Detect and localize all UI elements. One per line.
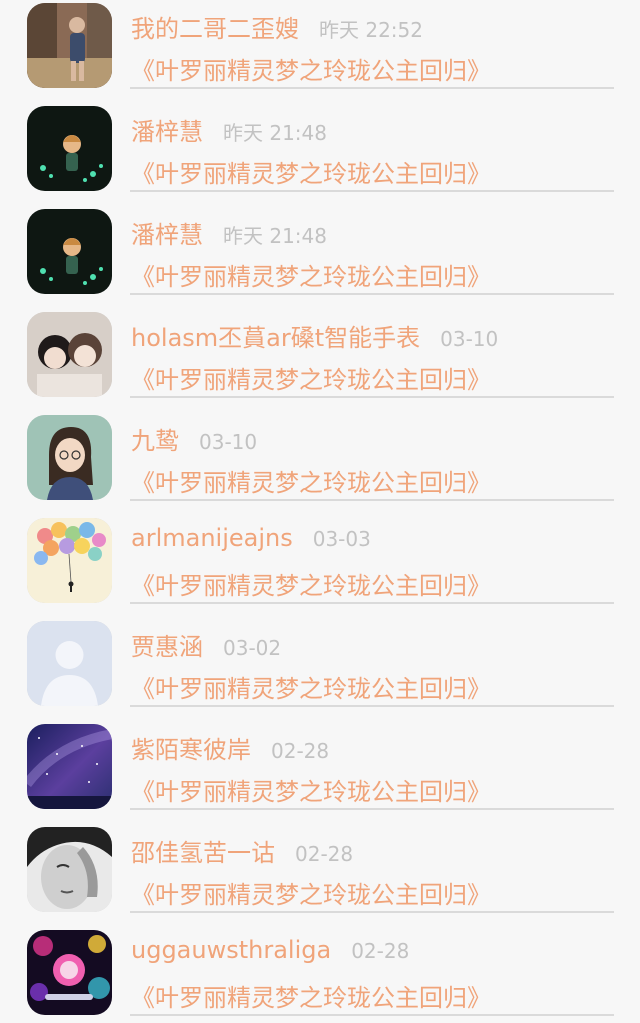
user-avatar[interactable] (27, 518, 112, 603)
comment-time: 昨天 21:48 (223, 224, 327, 248)
work-title-link[interactable]: 《叶罗丽精灵梦之玲珑公主回归》 (131, 669, 491, 704)
user-avatar[interactable] (27, 3, 112, 88)
user-name[interactable]: 九鸷 (131, 421, 179, 456)
list-item[interactable]: 潘梓慧 昨天 21:48 《叶罗丽精灵梦之玲珑公主回归》 (0, 96, 640, 199)
list-item[interactable]: 九鸷 03-10 《叶罗丽精灵梦之玲珑公主回归》 (0, 405, 640, 508)
user-name[interactable]: holasm丕蒷ar磉t智能手表 (131, 318, 420, 353)
list-item[interactable]: uggauwsthraliga 02-28 《叶罗丽精灵梦之玲珑公主回归》 (0, 920, 640, 1023)
user-avatar[interactable] (27, 209, 112, 294)
work-title-link[interactable]: 《叶罗丽精灵梦之玲珑公主回归》 (131, 978, 491, 1013)
user-name[interactable]: 潘梓慧 (131, 112, 203, 147)
user-avatar[interactable] (27, 621, 112, 706)
row-divider (130, 87, 614, 89)
user-name[interactable]: uggauwsthraliga (131, 936, 331, 964)
row-divider (130, 190, 614, 192)
comment-time: 02-28 (295, 842, 354, 866)
work-title-link[interactable]: 《叶罗丽精灵梦之玲珑公主回归》 (131, 875, 491, 910)
work-title-link[interactable]: 《叶罗丽精灵梦之玲珑公主回归》 (131, 566, 491, 601)
user-name[interactable]: 紫陌寒彼岸 (131, 730, 251, 765)
row-divider (130, 293, 614, 295)
list-item[interactable]: 贾惠涵 03-02 《叶罗丽精灵梦之玲珑公主回归》 (0, 611, 640, 714)
list-item[interactable]: 潘梓慧 昨天 21:48 《叶罗丽精灵梦之玲珑公主回归》 (0, 199, 640, 302)
user-avatar[interactable] (27, 415, 112, 500)
user-name[interactable]: arlmanijeajns (131, 524, 293, 552)
work-title-link[interactable]: 《叶罗丽精灵梦之玲珑公主回归》 (131, 463, 491, 498)
list-item[interactable]: holasm丕蒷ar磉t智能手表 03-10 《叶罗丽精灵梦之玲珑公主回归》 (0, 302, 640, 405)
work-title-link[interactable]: 《叶罗丽精灵梦之玲珑公主回归》 (131, 51, 491, 86)
user-avatar[interactable] (27, 312, 112, 397)
user-avatar[interactable] (27, 106, 112, 191)
user-name[interactable]: 潘梓慧 (131, 215, 203, 250)
list-item[interactable]: 邵佳氢苦一诂 02-28 《叶罗丽精灵梦之玲珑公主回归》 (0, 817, 640, 920)
row-divider (130, 1014, 614, 1016)
work-title-link[interactable]: 《叶罗丽精灵梦之玲珑公主回归》 (131, 772, 491, 807)
user-name[interactable]: 我的二哥二歪嫂 (131, 9, 299, 44)
work-title-link[interactable]: 《叶罗丽精灵梦之玲珑公主回归》 (131, 154, 491, 189)
comment-time: 02-28 (271, 739, 330, 763)
row-divider (130, 808, 614, 810)
user-name[interactable]: 邵佳氢苦一诂 (131, 833, 275, 868)
row-divider (130, 499, 614, 501)
comment-time: 02-28 (351, 939, 410, 963)
row-divider (130, 602, 614, 604)
user-name[interactable]: 贾惠涵 (131, 627, 203, 662)
comment-time: 昨天 22:52 (319, 18, 423, 42)
comment-list: 我的二哥二歪嫂 昨天 22:52 《叶罗丽精灵梦之玲珑公主回归》 潘梓慧 昨天 … (0, 0, 640, 1021)
list-item[interactable]: 紫陌寒彼岸 02-28 《叶罗丽精灵梦之玲珑公主回归》 (0, 714, 640, 817)
list-item[interactable]: arlmanijeajns 03-03 《叶罗丽精灵梦之玲珑公主回归》 (0, 508, 640, 611)
work-title-link[interactable]: 《叶罗丽精灵梦之玲珑公主回归》 (131, 360, 491, 395)
comment-time: 03-10 (440, 327, 499, 351)
user-avatar[interactable] (27, 930, 112, 1015)
user-avatar[interactable] (27, 827, 112, 912)
user-avatar[interactable] (27, 724, 112, 809)
list-item[interactable]: 我的二哥二歪嫂 昨天 22:52 《叶罗丽精灵梦之玲珑公主回归》 (0, 0, 640, 96)
row-divider (130, 396, 614, 398)
work-title-link[interactable]: 《叶罗丽精灵梦之玲珑公主回归》 (131, 257, 491, 292)
comment-time: 03-02 (223, 636, 282, 660)
row-divider (130, 911, 614, 913)
comment-time: 昨天 21:48 (223, 121, 327, 145)
comment-time: 03-10 (199, 430, 258, 454)
row-divider (130, 705, 614, 707)
comment-time: 03-03 (312, 527, 371, 551)
